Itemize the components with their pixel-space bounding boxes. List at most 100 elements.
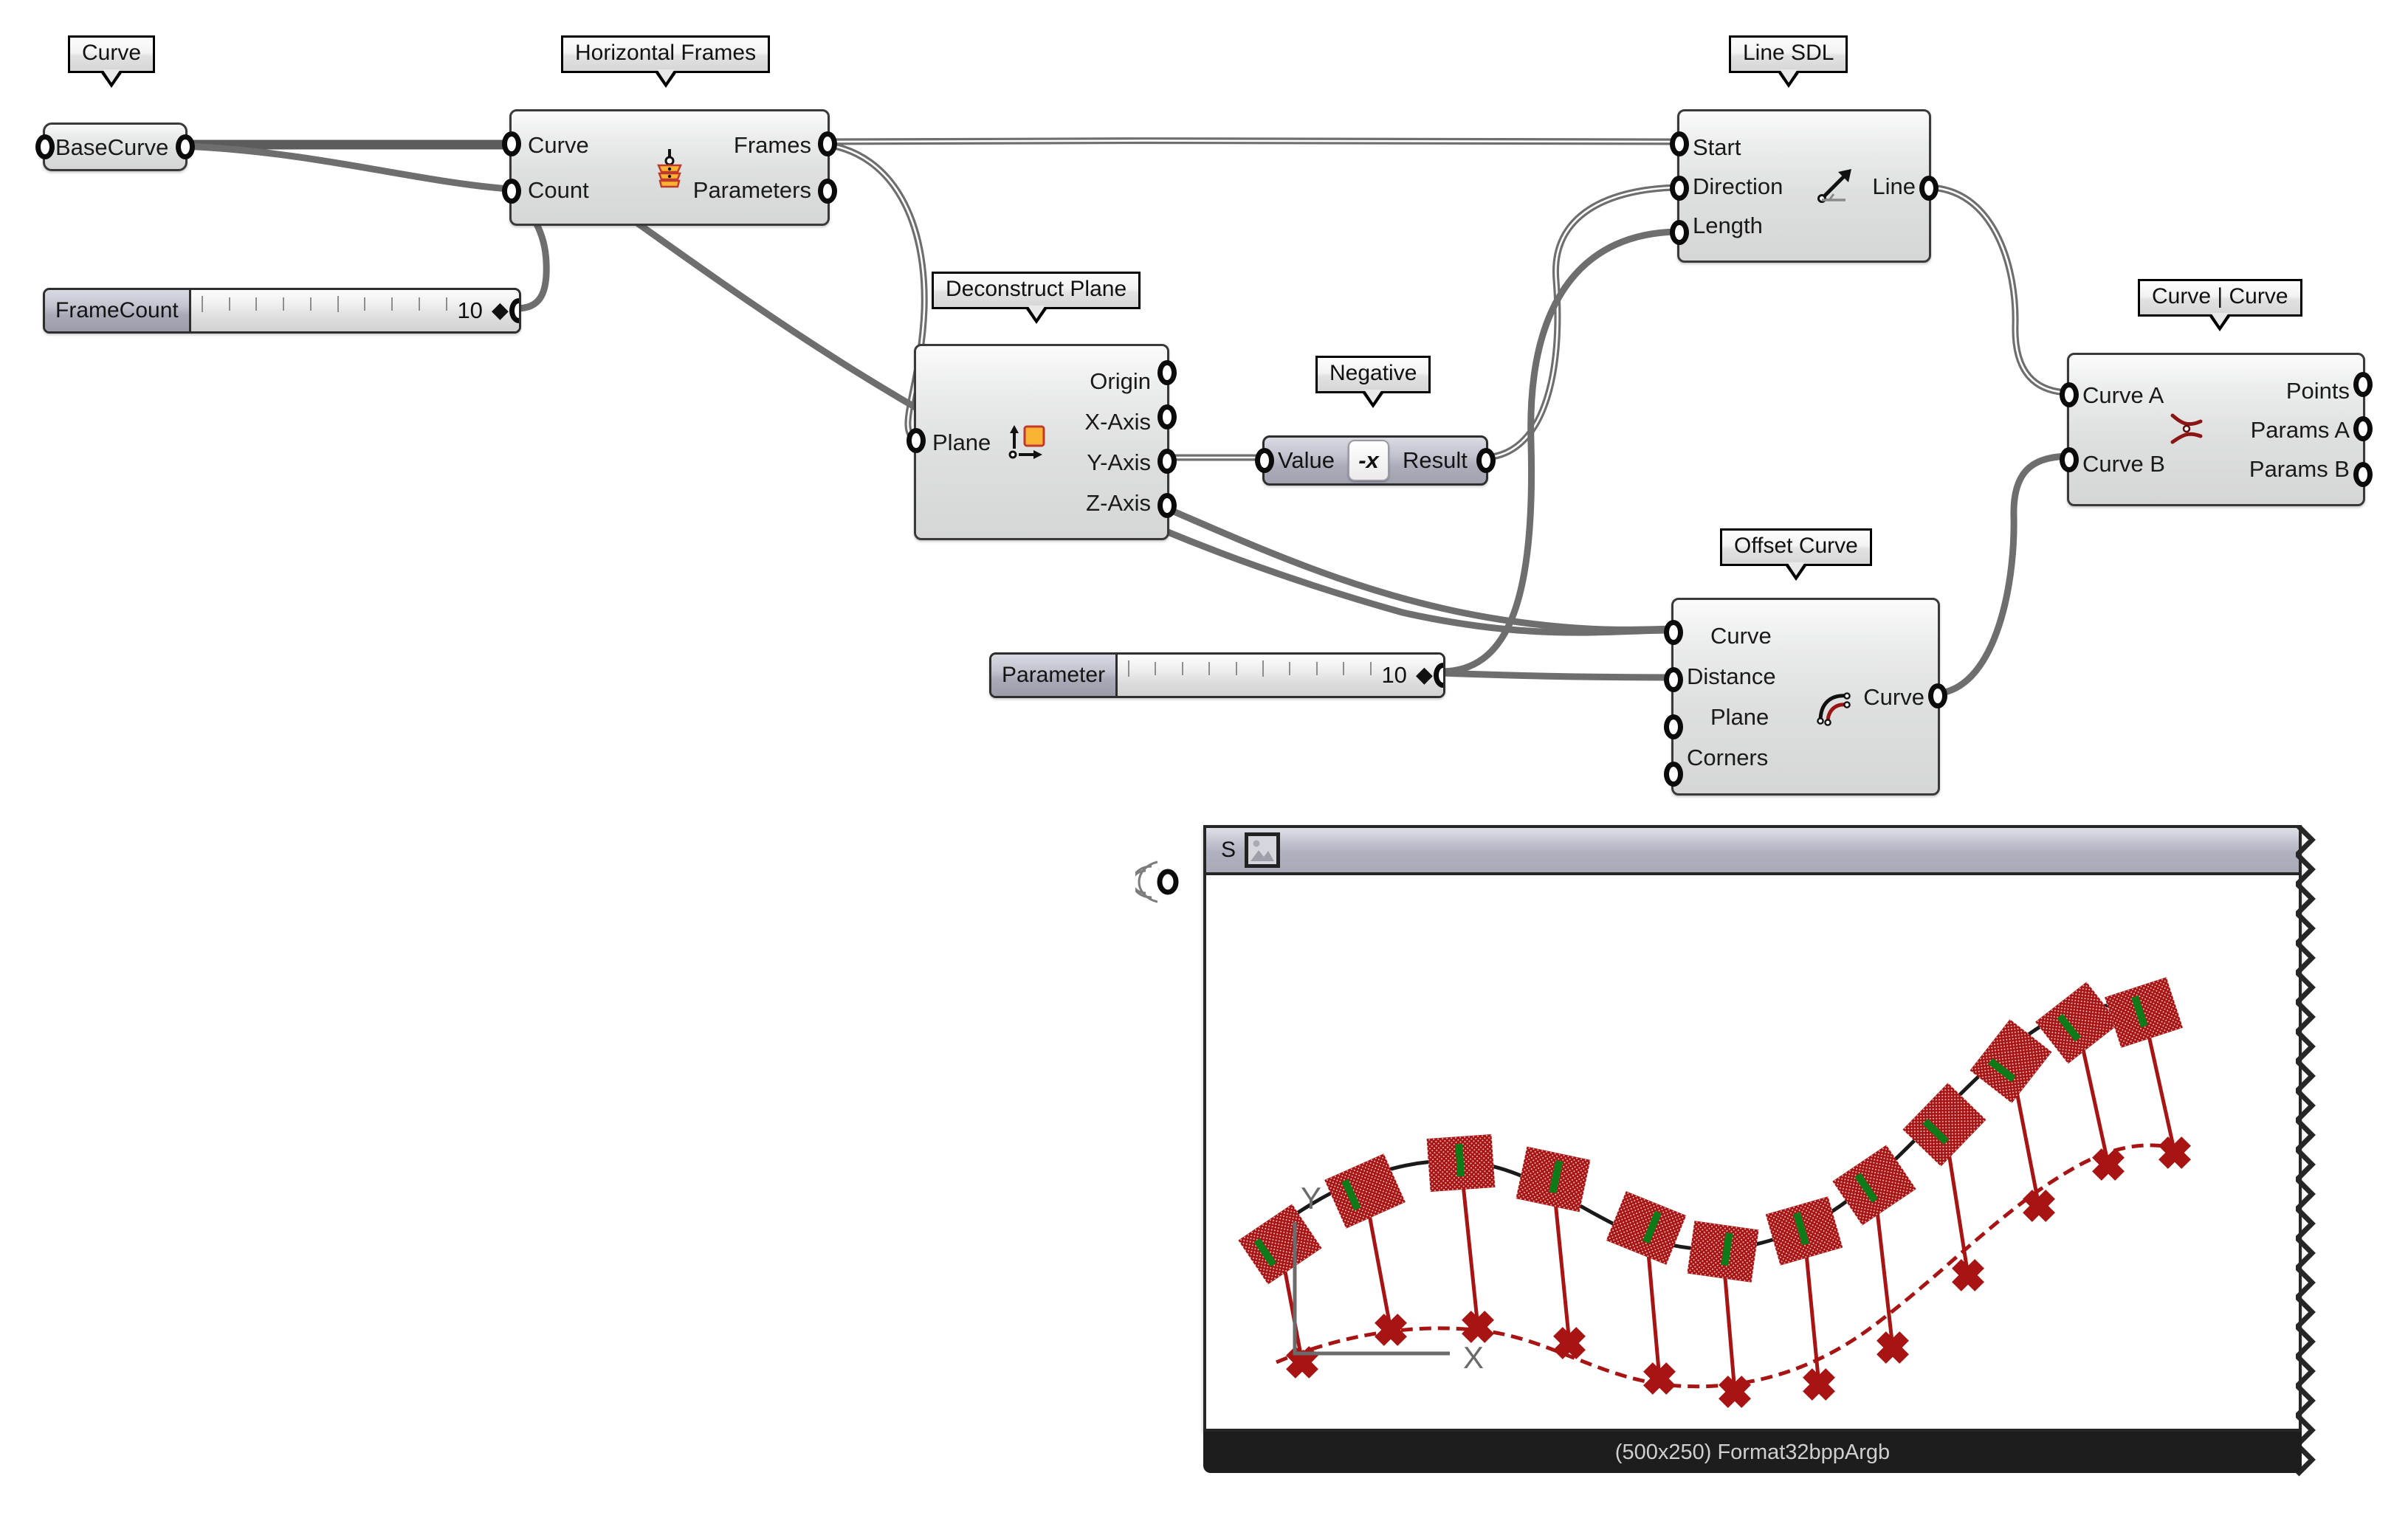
port-label-oc-distance: Distance	[1687, 663, 1776, 689]
slider-framecount-track[interactable]: 10 ◆	[190, 290, 519, 331]
curve-curve-icon	[2164, 407, 2209, 452]
port-neg-result[interactable]	[1476, 448, 1496, 473]
port-oc-corners[interactable]	[1664, 762, 1683, 787]
balloon-label: Curve | Curve	[2152, 284, 2288, 308]
axis-label-x: X	[1463, 1340, 1484, 1375]
horizontal-frames-icon	[647, 145, 692, 190]
port-label-oc-corners: Corners	[1687, 745, 1769, 770]
port-cc-params-a[interactable]	[2353, 416, 2373, 441]
balloon-tail	[1776, 69, 1800, 88]
port-label-yaxis: Y-Axis	[1087, 449, 1151, 475]
port-dp-yaxis[interactable]	[1157, 449, 1177, 474]
image-preview-panel[interactable]: S Y X (500x250) Format32bppArgb	[1135, 825, 2333, 1482]
image-preview-title-label: S	[1221, 838, 1236, 862]
port-label-plane: Plane	[932, 429, 991, 455]
negative-icon: -x	[1348, 440, 1389, 481]
balloon-tail	[653, 69, 678, 88]
line-sdl-icon	[1812, 163, 1857, 209]
image-thumbnail-icon	[1245, 832, 1281, 868]
slider-parameter-label: Parameter	[991, 655, 1118, 696]
balloon-offset-curve: Offset Curve	[1720, 528, 1872, 581]
port-label-count: Count	[528, 177, 589, 203]
port-neg-value[interactable]	[1255, 448, 1274, 473]
balloon-line-sdl: Line SDL	[1729, 35, 1848, 88]
port-basecurve-out[interactable]	[176, 134, 195, 159]
balloon-label: Line SDL	[1743, 41, 1834, 65]
balloon-horizontal-frames: Horizontal Frames	[561, 35, 771, 88]
port-dp-zaxis[interactable]	[1157, 493, 1177, 518]
slider-parameter-value: 10	[1381, 662, 1407, 688]
port-label-frames: Frames	[733, 132, 811, 158]
port-basecurve-in[interactable]	[35, 134, 55, 159]
signal-arcs-icon	[1135, 860, 1179, 903]
port-cc-points[interactable]	[2353, 372, 2373, 397]
slider-framecount-value: 10	[457, 297, 483, 323]
balloon-label: Deconstruct Plane	[946, 277, 1127, 301]
slider-framecount-handle[interactable]: ◆	[492, 300, 509, 322]
balloon-curve-curve: Curve | Curve	[2138, 279, 2302, 331]
slider-parameter[interactable]: Parameter 10 ◆	[989, 652, 1445, 698]
image-preview-frame[interactable]: S Y X	[1203, 825, 2316, 1477]
port-label-length: Length	[1693, 212, 1763, 238]
node-offset-curve[interactable]: Curve Distance Plane Corners Curve	[1664, 598, 1947, 796]
port-sdl-start[interactable]	[1670, 131, 1689, 156]
port-sdl-direction[interactable]	[1670, 176, 1689, 201]
node-horizontal-frames[interactable]: Curve Count Frames Parameters	[502, 109, 837, 226]
balloon-label: Horizontal Frames	[575, 41, 757, 65]
port-sdl-length[interactable]	[1670, 220, 1689, 245]
image-preview-status-bar: (500x250) Format32bppArgb	[1203, 1432, 2302, 1473]
balloon-negative: Negative	[1315, 356, 1431, 408]
balloon-deconstruct-plane: Deconstruct Plane	[932, 272, 1141, 324]
slider-parameter-handle[interactable]: ◆	[1416, 664, 1433, 686]
port-cc-params-b[interactable]	[2353, 462, 2373, 487]
balloon-label: Curve	[82, 41, 142, 65]
port-oc-plane[interactable]	[1664, 714, 1683, 739]
port-label-curve-a: Curve A	[2082, 382, 2164, 408]
balloon-label: Negative	[1329, 361, 1417, 385]
balloon-tail	[100, 69, 124, 88]
port-oc-out[interactable]	[1928, 683, 1947, 708]
port-label-points: Points	[2285, 377, 2350, 404]
node-basecurve[interactable]: BaseCurve	[35, 123, 195, 171]
port-label-result: Result	[1403, 447, 1468, 473]
port-label-params-b: Params B	[2249, 455, 2350, 482]
port-hf-count[interactable]	[502, 179, 521, 204]
port-label-curve: Curve	[528, 132, 589, 158]
port-dp-xaxis[interactable]	[1157, 404, 1177, 429]
slider-framecount-label: FrameCount	[45, 290, 191, 331]
port-label-oc-out-curve: Curve	[1863, 683, 1924, 710]
port-label-start: Start	[1693, 134, 1741, 160]
port-label-line: Line	[1872, 173, 1916, 199]
port-hf-curve[interactable]	[502, 131, 521, 156]
slider-parameter-track[interactable]: 10 ◆	[1118, 655, 1443, 696]
node-deconstruct-plane[interactable]: Plane Origin X-Axis Y-Axis Z-Axis	[907, 344, 1177, 540]
axis-label-y: Y	[1301, 1181, 1321, 1215]
node-line-sdl[interactable]: Start Direction Length Line	[1670, 109, 1939, 263]
port-label-params-a: Params A	[2250, 416, 2350, 443]
image-preview-canvas[interactable]: Y X	[1206, 875, 2299, 1429]
grasshopper-canvas[interactable]: .w { fill:none; stroke:#6e6e6e; stroke-w…	[0, 0, 2408, 1518]
port-cc-curve-b[interactable]	[2060, 447, 2079, 472]
port-label-oc-plane: Plane	[1710, 704, 1769, 730]
panel-zigzag-edge	[2296, 825, 2316, 1477]
port-hf-params[interactable]	[818, 179, 837, 204]
slider-framecount[interactable]: FrameCount 10 ◆	[43, 288, 521, 334]
port-dp-plane[interactable]	[907, 428, 926, 453]
port-oc-distance[interactable]	[1664, 667, 1683, 692]
offset-curve-icon	[1812, 686, 1857, 731]
balloon-label: Offset Curve	[1734, 534, 1858, 558]
image-preview-titlebar[interactable]: S	[1206, 828, 2299, 875]
port-label-curve-b: Curve B	[2082, 451, 2165, 477]
port-oc-curve[interactable]	[1664, 620, 1683, 645]
port-sdl-line[interactable]	[1919, 176, 1939, 201]
port-label-direction: Direction	[1693, 173, 1783, 199]
port-hf-frames[interactable]	[818, 131, 837, 156]
port-dp-origin[interactable]	[1157, 360, 1177, 385]
port-label-value: Value	[1278, 447, 1335, 473]
node-curve-curve[interactable]: Curve A Curve B Points Params A Params B	[2060, 353, 2373, 506]
balloon-tail	[1024, 305, 1048, 324]
node-negative[interactable]: Value -x Result	[1255, 435, 1496, 486]
image-preview-status-text: (500x250) Format32bppArgb	[1614, 1440, 1891, 1464]
port-label-origin: Origin	[1090, 368, 1151, 394]
port-cc-curve-a[interactable]	[2060, 382, 2079, 407]
